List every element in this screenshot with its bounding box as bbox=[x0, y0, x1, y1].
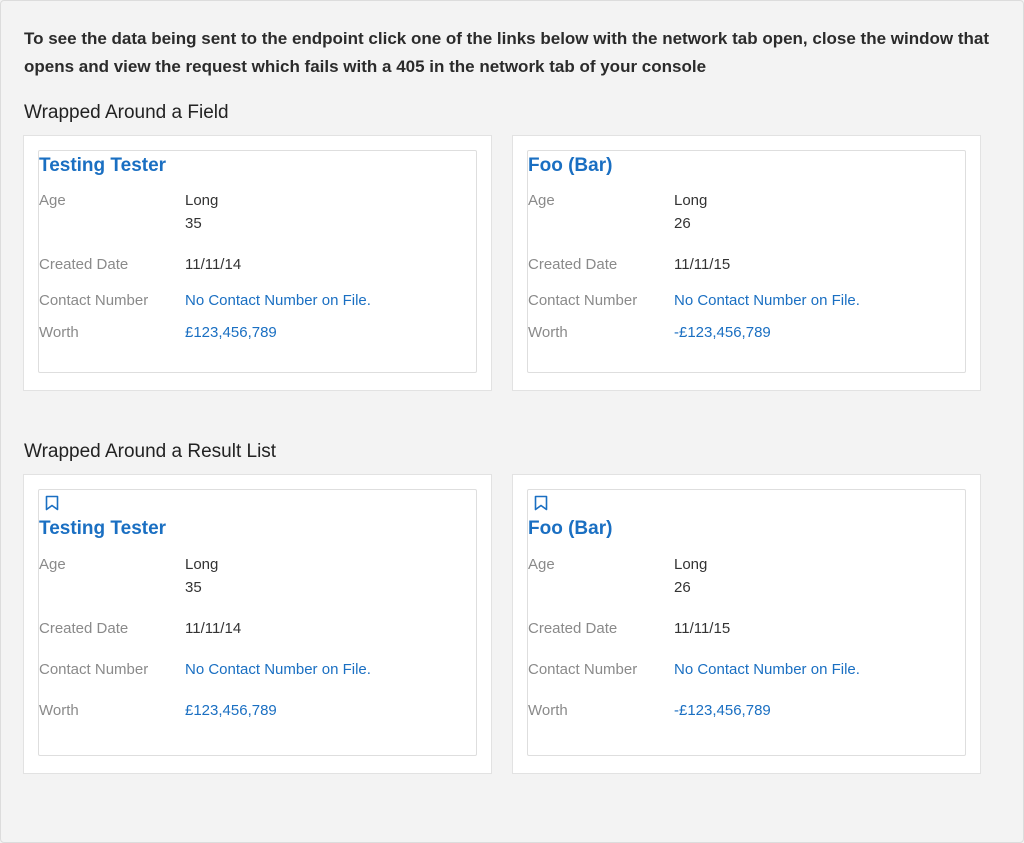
age-value: 35 bbox=[185, 579, 202, 596]
age-label: Age bbox=[528, 556, 555, 573]
age-value: 26 bbox=[674, 215, 691, 232]
worth-label: Worth bbox=[39, 702, 79, 719]
worth-label: Worth bbox=[39, 324, 79, 341]
created-date-label: Created Date bbox=[528, 256, 618, 273]
contact-number-link[interactable]: No Contact Number on File. bbox=[674, 289, 860, 312]
record-name-link[interactable]: Testing Tester bbox=[39, 518, 166, 540]
section-title-field: Wrapped Around a Field bbox=[24, 102, 229, 123]
contact-number-link[interactable]: No Contact Number on File. bbox=[185, 658, 371, 681]
worth-link[interactable]: -£123,456,789 bbox=[674, 321, 771, 344]
created-date-value: 11/11/14 bbox=[185, 256, 242, 273]
record-name-link[interactable]: Foo (Bar) bbox=[528, 518, 612, 540]
contact-number-label: Contact Number bbox=[39, 292, 149, 309]
contact-number-label: Contact Number bbox=[528, 292, 638, 309]
age-value-type: Long bbox=[674, 556, 708, 573]
bookmark-icon[interactable] bbox=[534, 495, 548, 511]
result-list-card-2: Foo (Bar) Age Long 26 Created Date 11/11… bbox=[512, 474, 981, 774]
contact-number-link[interactable]: No Contact Number on File. bbox=[185, 289, 371, 312]
age-value-type: Long bbox=[674, 192, 708, 209]
record-name-link[interactable]: Foo (Bar) bbox=[528, 155, 612, 177]
result-list-card-1: Testing Tester Age Long 35 Created Date … bbox=[23, 474, 492, 774]
worth-link[interactable]: -£123,456,789 bbox=[674, 699, 771, 722]
contact-number-link[interactable]: No Contact Number on File. bbox=[674, 658, 860, 681]
contact-number-label: Contact Number bbox=[39, 661, 149, 678]
created-date-label: Created Date bbox=[39, 256, 129, 273]
age-label: Age bbox=[528, 192, 555, 209]
age-label: Age bbox=[39, 556, 66, 573]
created-date-label: Created Date bbox=[528, 620, 618, 637]
age-value: 35 bbox=[185, 215, 202, 232]
created-date-value: 11/11/15 bbox=[674, 256, 731, 273]
age-value-type: Long bbox=[185, 556, 219, 573]
age-value-type: Long bbox=[185, 192, 219, 209]
worth-label: Worth bbox=[528, 324, 568, 341]
age-label: Age bbox=[39, 192, 66, 209]
created-date-label: Created Date bbox=[39, 620, 129, 637]
record-panel: Foo (Bar) Age Long 26 Created Date 11/11… bbox=[527, 150, 966, 373]
worth-label: Worth bbox=[528, 702, 568, 719]
worth-link[interactable]: £123,456,789 bbox=[185, 699, 277, 722]
record-panel: Foo (Bar) Age Long 26 Created Date 11/11… bbox=[527, 489, 966, 756]
record-panel: Testing Tester Age Long 35 Created Date … bbox=[38, 489, 477, 756]
intro-text: To see the data being sent to the endpoi… bbox=[24, 29, 989, 76]
section-title-result-list: Wrapped Around a Result List bbox=[24, 441, 277, 462]
field-card-2: Foo (Bar) Age Long 26 Created Date 11/11… bbox=[512, 135, 981, 391]
created-date-value: 11/11/15 bbox=[674, 620, 731, 637]
contact-number-label: Contact Number bbox=[528, 661, 638, 678]
record-name-link[interactable]: Testing Tester bbox=[39, 155, 166, 177]
bookmark-icon[interactable] bbox=[45, 495, 59, 511]
record-panel: Testing Tester Age Long 35 Created Date … bbox=[38, 150, 477, 373]
field-card-1: Testing Tester Age Long 35 Created Date … bbox=[23, 135, 492, 391]
worth-link[interactable]: £123,456,789 bbox=[185, 321, 277, 344]
age-value: 26 bbox=[674, 579, 691, 596]
created-date-value: 11/11/14 bbox=[185, 620, 242, 637]
